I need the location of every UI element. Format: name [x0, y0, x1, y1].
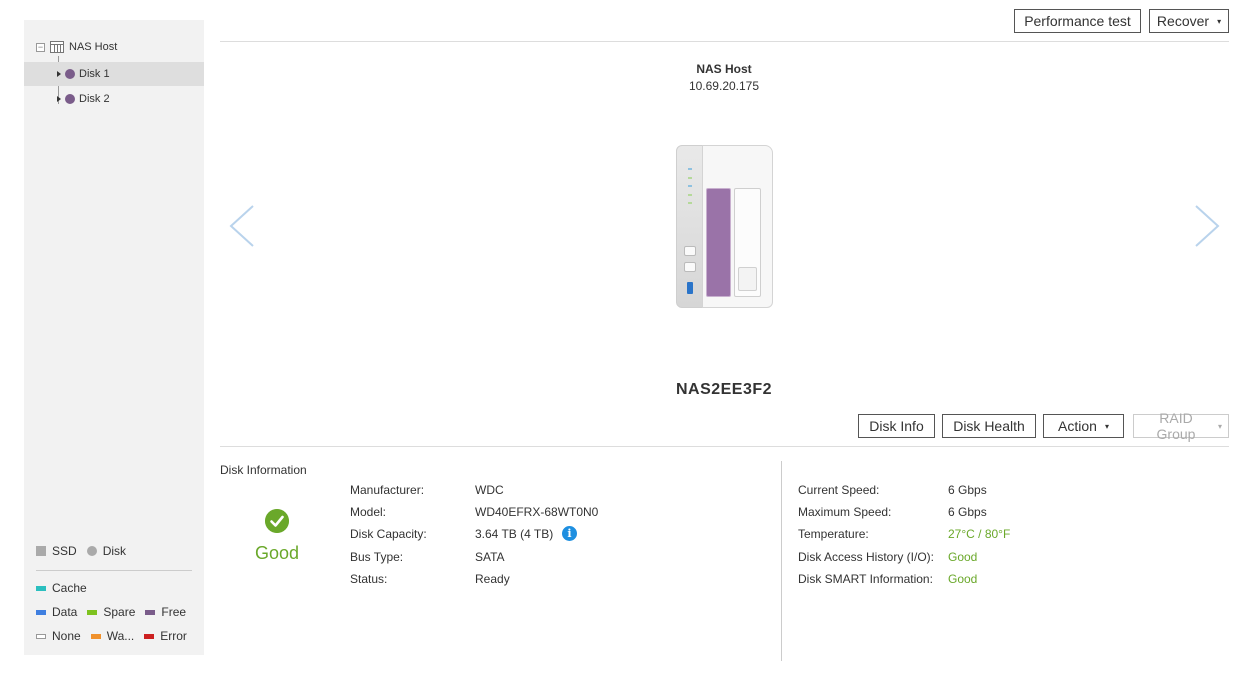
legend-error-label: Error	[160, 629, 187, 643]
header-divider	[220, 41, 1229, 42]
expand-arrow-icon[interactable]	[57, 96, 61, 102]
expand-arrow-icon[interactable]	[57, 71, 61, 77]
host-title: NAS Host	[696, 62, 752, 76]
disk2-led-icon	[688, 202, 692, 204]
caret-down-icon: ▾	[1217, 16, 1222, 26]
status-led-icon	[688, 168, 692, 170]
maximum-speed-value: 6 Gbps	[948, 505, 987, 519]
cache-color-icon	[36, 585, 46, 591]
spare-color-icon	[87, 609, 98, 615]
action-label: Action	[1058, 418, 1097, 434]
disk-capacity-label: Disk Capacity:	[350, 527, 427, 541]
disk-capacity-value: 3.64 TB (4 TB)	[475, 527, 554, 541]
caret-down-icon: ▾	[1217, 421, 1222, 431]
disk-access-history-label: Disk Access History (I/O):	[798, 550, 935, 564]
legend-free-label: Free	[161, 605, 187, 619]
bus-type-label: Bus Type:	[350, 550, 404, 564]
warning-color-icon	[90, 633, 101, 639]
raid-group-label: RAID Group	[1156, 410, 1196, 442]
legend-ssd-label: SSD	[52, 544, 77, 558]
recover-label: Recover	[1156, 13, 1210, 29]
legend-type-row: SSD Disk	[36, 544, 126, 558]
tree-item-label: Disk 1	[79, 68, 110, 80]
status-label: Status:	[350, 572, 388, 586]
tree-item-label: Disk 2	[79, 93, 110, 105]
legend-cache-label: Cache	[52, 581, 87, 595]
status-value: Ready	[475, 572, 510, 586]
legend-divider	[36, 570, 192, 571]
info-icon[interactable]: i	[562, 526, 577, 541]
bus-type-value: SATA	[475, 550, 505, 564]
current-speed-label: Current Speed:	[798, 483, 880, 497]
tree-item-disk-1[interactable]: Disk 1	[24, 62, 204, 86]
device-name: NAS2EE3F2	[675, 381, 773, 398]
maximum-speed-label: Maximum Speed:	[798, 505, 892, 519]
nas-host-icon	[50, 41, 64, 53]
legend-data-row: Data Spare Free	[36, 605, 186, 619]
model-label: Model:	[350, 505, 387, 519]
none-color-icon	[36, 633, 46, 639]
current-speed-value: 6 Gbps	[948, 483, 987, 497]
caret-down-icon: ▾	[1104, 421, 1109, 431]
disk1-led-icon	[688, 194, 692, 196]
action-dropdown-button[interactable]: Action ▾	[1043, 414, 1124, 438]
legend-warning-label: Wa...	[106, 629, 135, 643]
previous-chevron-icon[interactable]	[229, 205, 255, 247]
model-value: WD40EFRX-68WT0N0	[475, 505, 599, 519]
legend-disk-label: Disk	[102, 544, 127, 558]
copy-button-icon	[684, 262, 696, 272]
collapse-icon[interactable]: −	[36, 42, 45, 52]
disk-bay-1[interactable]	[706, 188, 731, 297]
power-button-icon	[684, 246, 696, 256]
temperature-value: 27°C / 80°F	[948, 527, 1011, 541]
tree-node-nas-host[interactable]: − NAS Host	[36, 40, 117, 54]
column-divider	[781, 461, 782, 661]
disk-access-history-value[interactable]: Good	[948, 550, 977, 564]
recover-dropdown-button[interactable]: Recover ▾	[1149, 9, 1229, 33]
health-status-summary: Good	[254, 543, 300, 563]
disk-free-icon	[65, 94, 75, 104]
disk-circle-icon	[86, 546, 97, 556]
usb-led-icon	[688, 185, 692, 187]
tree-item-disk-2[interactable]: Disk 2	[24, 87, 204, 111]
sidebar: − NAS Host Disk 1 Disk 2 SSD Disk Cache …	[24, 20, 204, 655]
legend-none-label: None	[52, 629, 81, 643]
disk-health-button[interactable]: Disk Health	[942, 414, 1036, 438]
raid-group-dropdown-button[interactable]: RAID Group ▾	[1133, 410, 1229, 442]
ssd-square-icon	[36, 546, 46, 556]
data-color-icon	[36, 609, 46, 615]
actions-divider	[220, 446, 1229, 447]
performance-test-button[interactable]: Performance test	[1014, 9, 1141, 33]
legend-data-label: Data	[52, 605, 78, 619]
temperature-label: Temperature:	[798, 527, 869, 541]
tree-host-label: NAS Host	[69, 41, 118, 53]
disk-smart-information-label: Disk SMART Information:	[798, 572, 933, 586]
nas-side-panel	[676, 145, 704, 308]
disk-info-button[interactable]: Disk Info	[858, 414, 935, 438]
check-circle-icon	[265, 509, 289, 533]
nas-device-image	[676, 145, 773, 308]
host-ip: 10.69.20.175	[688, 79, 760, 93]
disk-free-icon	[65, 69, 75, 79]
disk-information-title: Disk Information	[220, 463, 307, 477]
legend-status-row: None Wa... Error	[36, 629, 187, 643]
usb-port-icon	[687, 282, 693, 294]
legend-spare-label: Spare	[103, 605, 136, 619]
lan-led-icon	[688, 177, 692, 179]
legend-cache-row: Cache	[36, 581, 87, 595]
free-color-icon	[145, 609, 156, 615]
next-chevron-icon[interactable]	[1194, 205, 1220, 247]
disk-bay-2[interactable]	[734, 188, 761, 297]
manufacturer-value: WDC	[475, 483, 504, 497]
disk-smart-information-value[interactable]: Good	[948, 572, 977, 586]
error-color-icon	[144, 633, 155, 639]
manufacturer-label: Manufacturer:	[350, 483, 425, 497]
